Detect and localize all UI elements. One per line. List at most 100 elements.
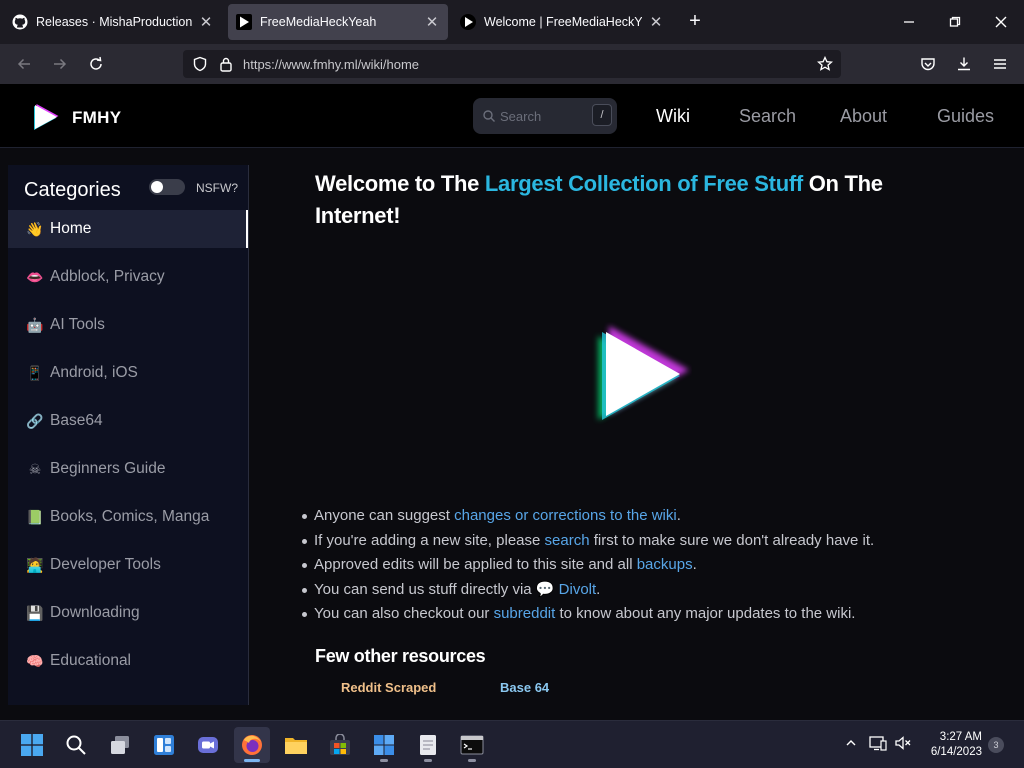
notepad-icon [420,735,436,755]
reload-icon[interactable] [84,52,108,76]
nav-link-wiki[interactable]: Wiki [656,106,690,127]
backups-link[interactable]: backups [637,556,693,573]
subreddit-link[interactable]: subreddit [494,605,556,622]
sidebar-item-developer-tools[interactable]: 🧑‍💻 Developer Tools [8,546,248,584]
store-bag-icon [330,734,350,755]
base64-link[interactable]: Base 64 [500,680,549,695]
site-search-button[interactable]: Search / [473,98,617,134]
nav-link-guides[interactable]: Guides [937,106,994,127]
close-tab-icon[interactable]: ✕ [648,13,664,31]
sidebar-item-label: Base64 [50,412,103,429]
sidebar-item-downloading[interactable]: 💾 Downloading [8,594,248,632]
microsoft-store-button[interactable] [322,727,358,763]
volume-muted-icon[interactable] [893,733,913,753]
fmhy-logo[interactable] [30,102,60,132]
bullet-text: . [676,507,681,524]
folder-icon [285,738,307,754]
network-icon[interactable] [868,733,888,753]
pocket-icon[interactable] [916,52,940,76]
clock-date: 6/14/2023 [930,746,982,758]
show-hidden-icons-chevron-icon[interactable] [841,733,861,753]
close-tab-icon[interactable]: ✕ [198,13,214,31]
app-tiles-button[interactable] [366,727,402,763]
search-link[interactable]: search [545,532,590,549]
bookmark-star-icon[interactable] [816,55,834,73]
tab-title: Welcome | FreeMediaHeckYeah [484,15,642,29]
sidebar-item-label: Adblock, Privacy [50,268,165,285]
brand-name[interactable]: FMHY [72,108,121,128]
bullet-text: first to make sure we don't already have… [589,531,875,549]
restore-window-icon[interactable] [932,0,978,44]
forward-arrow-icon[interactable] [48,52,72,76]
waving-hand-icon: 👋 [26,220,44,237]
browser-toolbar: https://www.fmhy.ml/wiki/home [0,44,1024,84]
bullet-text: . [692,556,697,573]
sidebar-item-adblock-privacy[interactable]: 👄 Adblock, Privacy [8,258,248,296]
nav-link-about[interactable]: About [840,106,887,127]
address-bar[interactable]: https://www.fmhy.ml/wiki/home [183,50,841,78]
sidebar-title: Categories [24,179,121,201]
terminal-button[interactable] [454,727,490,763]
list-item: You can also checkout our subreddit to k… [302,602,962,627]
system-clock[interactable]: 3:27 AM 6/14/2023 [920,730,982,760]
sidebar-item-label: Developer Tools [50,556,161,573]
bullet-text: . [596,580,601,598]
browser-tab-welcome[interactable]: Welcome | FreeMediaHeckYeah ✕ [452,4,672,40]
windows-taskbar: 3:27 AM 6/14/2023 3 [0,720,1024,768]
start-button[interactable] [14,727,50,763]
lock-icon[interactable] [217,55,235,73]
browser-tab-releases[interactable]: Releases · MishaProductions/Re ✕ [4,4,222,40]
close-window-icon[interactable] [978,0,1024,44]
bullet-text: You can also checkout our [314,605,494,622]
divolt-link[interactable]: 💬 Divolt [536,581,596,598]
downloads-icon[interactable] [952,52,976,76]
sidebar-item-label: Android, iOS [50,364,138,381]
search-icon [66,735,86,755]
title-highlight: Largest Collection of Free Stuff [484,171,803,196]
task-view-button[interactable] [102,727,138,763]
toggle-knob [151,181,163,193]
nsfw-toggle[interactable] [149,179,185,195]
sidebar-item-beginners-guide[interactable]: ☠ Beginners Guide [8,450,248,488]
hamburger-menu-icon[interactable] [988,52,1012,76]
running-indicator [424,759,432,762]
browser-tab-fmhy[interactable]: FreeMediaHeckYeah ✕ [228,4,448,40]
tracking-shield-icon[interactable] [191,55,209,73]
sidebar-item-books-comics-manga[interactable]: 📗 Books, Comics, Manga [8,498,248,536]
back-arrow-icon[interactable] [12,52,36,76]
reddit-scraped-link[interactable]: Reddit Scraped [341,680,436,695]
clock-time: 3:27 AM [939,731,982,743]
sidebar-item-android-ios[interactable]: 📱 Android, iOS [8,354,248,392]
bullet-text: If you're adding a new site, please [314,531,545,549]
changes-link[interactable]: changes or corrections to the wiki [454,507,677,524]
windows-logo-icon [21,734,43,756]
minimize-window-icon[interactable] [886,0,932,44]
skull-crossbones-icon: ☠ [28,460,42,477]
floppy-disk-icon: 💾 [26,604,44,621]
page-title: Welcome to The Largest Collection of Fre… [315,168,955,232]
new-tab-button[interactable]: + [683,10,707,34]
taskbar-firefox-button[interactable] [234,727,270,763]
sidebar-item-educational[interactable]: 🧠 Educational [8,642,248,680]
close-tab-icon[interactable]: ✕ [424,13,440,31]
nav-link-search[interactable]: Search [739,106,796,127]
brain-icon: 🧠 [26,652,44,669]
widgets-button[interactable] [146,727,182,763]
terminal-icon [460,735,484,755]
notepad-button[interactable] [410,727,446,763]
github-icon [12,14,28,30]
sidebar-item-label: AI Tools [50,316,105,333]
robot-icon: 🤖 [26,316,44,333]
teams-chat-button[interactable] [190,727,226,763]
lips-icon: 👄 [26,268,44,285]
tab-title: Releases · MishaProductions/Re [36,15,192,29]
sidebar-item-base64[interactable]: 🔗 Base64 [8,402,248,440]
sidebar-item-home[interactable]: 👋 Home [8,210,248,248]
file-explorer-button[interactable] [278,727,314,763]
sidebar-item-label: Downloading [50,604,140,621]
sidebar-item-ai-tools[interactable]: 🤖 AI Tools [8,306,248,344]
browser-tab-strip: Releases · MishaProductions/Re ✕ FreeMed… [0,0,1024,44]
categories-sidebar: Categories NSFW? 👋 Home 👄 Adblock, Priva… [8,165,249,705]
notification-count-badge[interactable]: 3 [988,737,1004,753]
taskbar-search-button[interactable] [58,727,94,763]
